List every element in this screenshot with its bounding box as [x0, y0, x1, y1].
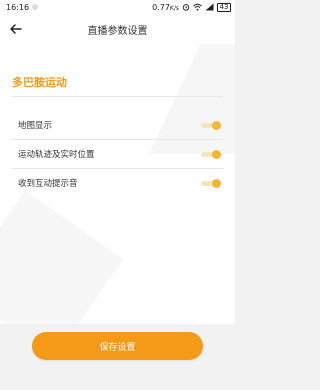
page-title: 直播参数设置 [87, 25, 148, 37]
notification-icon [32, 4, 39, 10]
battery-icon: 43 [217, 2, 231, 12]
interaction-sound-toggle[interactable] [201, 178, 221, 188]
wifi-icon [193, 3, 202, 11]
track-position-toggle[interactable] [201, 149, 221, 159]
save-button[interactable]: 保存设置 [32, 332, 203, 360]
alarm-icon [182, 3, 190, 11]
setting-row-track-position: 运动轨迹及实时位置 [0, 140, 235, 168]
back-button[interactable] [8, 20, 24, 36]
status-time: 16:16 [6, 2, 30, 12]
status-left: 16:16 [6, 2, 39, 12]
signal-icon [205, 3, 214, 11]
arrow-left-icon [10, 19, 22, 38]
divider [12, 96, 223, 97]
data-speed: 0.77K/s [152, 2, 179, 12]
setting-row-interaction-sound: 收到互动提示音 [0, 169, 235, 197]
setting-label: 地图显示 [18, 121, 53, 131]
status-bar: 16:16 0.77K/s 43 [0, 0, 235, 14]
map-display-toggle[interactable] [201, 120, 221, 130]
status-right: 0.77K/s 43 [152, 2, 231, 12]
setting-label: 收到互动提示音 [18, 179, 78, 189]
settings-card: 多巴胺运动 地图显示 运动轨迹及实时位置 收到互动提示音 [0, 44, 235, 324]
section-title: 多巴胺运动 [12, 76, 67, 89]
setting-label: 运动轨迹及实时位置 [18, 150, 95, 160]
background-decoration [0, 190, 124, 324]
setting-row-map-display: 地图显示 [0, 111, 235, 139]
header: 直播参数设置 [0, 14, 235, 44]
